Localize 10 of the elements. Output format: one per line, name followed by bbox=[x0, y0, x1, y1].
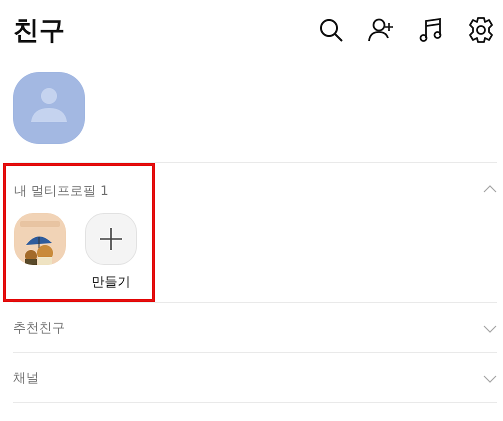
plus-icon bbox=[99, 227, 123, 251]
section-title[interactable]: 채널 bbox=[13, 353, 483, 402]
add-friend-icon[interactable] bbox=[367, 16, 395, 44]
create-button[interactable] bbox=[85, 213, 137, 265]
section-title[interactable]: 추천친구 bbox=[13, 303, 483, 352]
page-title: 친구 bbox=[13, 14, 66, 48]
section-title[interactable]: 내 멀티프로필 1 bbox=[14, 166, 152, 215]
settings-icon[interactable] bbox=[467, 16, 495, 44]
tile-label: 만들기 bbox=[92, 274, 130, 291]
search-icon[interactable] bbox=[317, 16, 345, 44]
